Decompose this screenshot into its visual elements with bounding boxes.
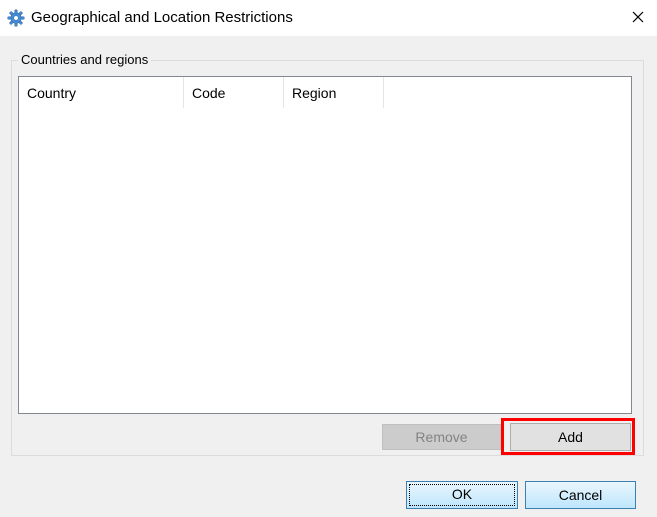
- cancel-button[interactable]: Cancel: [525, 481, 636, 509]
- column-header-code[interactable]: Code: [184, 77, 284, 108]
- close-button[interactable]: [620, 2, 656, 34]
- group-label: Countries and regions: [18, 52, 152, 68]
- remove-button[interactable]: Remove: [382, 424, 501, 450]
- window-title: Geographical and Location Restrictions: [31, 9, 293, 26]
- countries-list[interactable]: Country Code Region: [18, 76, 632, 414]
- add-button[interactable]: Add: [510, 423, 631, 451]
- list-header: Country Code Region: [19, 77, 384, 108]
- close-icon: [632, 10, 644, 26]
- title-bar: Geographical and Location Restrictions: [0, 0, 657, 36]
- gear-icon: [7, 9, 25, 27]
- column-header-country[interactable]: Country: [19, 77, 184, 108]
- column-header-region[interactable]: Region: [284, 77, 384, 108]
- cancel-button-label: Cancel: [558, 487, 603, 503]
- ok-button[interactable]: OK: [406, 481, 518, 509]
- dialog-window: Geographical and Location Restrictions C…: [0, 0, 657, 517]
- ok-button-label: OK: [451, 486, 473, 502]
